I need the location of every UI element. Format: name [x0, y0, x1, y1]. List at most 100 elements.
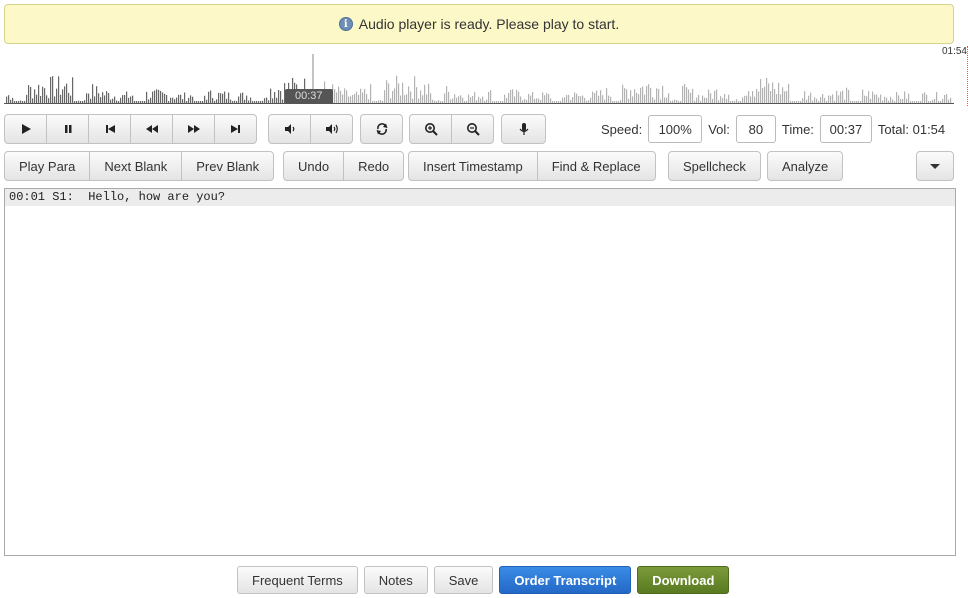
waveform-bar — [442, 101, 444, 103]
waveform-bar — [42, 86, 44, 103]
notes-button[interactable]: Notes — [363, 566, 428, 594]
waveform-bar — [610, 96, 612, 103]
waveform-bar — [388, 83, 390, 103]
waveform-bar — [104, 95, 106, 103]
find-replace-button[interactable]: Find & Replace — [536, 151, 656, 181]
speed-label: Speed: — [601, 121, 643, 137]
waveform-bar — [88, 93, 90, 103]
waveform-bar — [122, 95, 124, 103]
waveform-bar — [738, 101, 740, 103]
waveform-bar — [752, 91, 754, 103]
volume-up-button[interactable] — [310, 114, 353, 144]
waveform-bar — [638, 94, 640, 103]
waveform-bar — [684, 84, 686, 103]
waveform-bar — [848, 89, 850, 103]
waveform-bar — [206, 99, 208, 103]
waveform-bar — [400, 95, 402, 103]
waveform-bar — [846, 87, 848, 103]
waveform-bar — [360, 88, 362, 103]
waveform-bar — [600, 90, 602, 103]
waveform-bar — [188, 97, 190, 103]
play-para-button[interactable]: Play Para — [4, 151, 91, 181]
download-button[interactable]: Download — [637, 566, 730, 594]
waveform-bar — [440, 101, 442, 103]
waveform-bar — [918, 101, 920, 103]
waveform-bar — [28, 85, 30, 103]
waveform-bar — [652, 97, 654, 103]
order-transcript-button[interactable]: Order Transcript — [499, 566, 632, 594]
waveform-bar — [58, 76, 60, 103]
waveform-bar — [230, 99, 232, 103]
waveform-bar — [414, 76, 416, 103]
waveform-bar — [816, 98, 818, 103]
chevron-down-icon — [930, 163, 940, 169]
waveform-bar — [8, 95, 10, 103]
volume-down-button[interactable] — [268, 114, 311, 144]
undo-button[interactable]: Undo — [283, 151, 345, 181]
more-menu-button[interactable] — [916, 151, 954, 181]
audio-waveform[interactable]: 00:37 — [4, 48, 954, 106]
play-button[interactable] — [4, 114, 47, 144]
waveform-bar — [844, 99, 846, 103]
waveform-bar — [598, 95, 600, 103]
waveform-bar — [770, 91, 772, 103]
skip-back-button[interactable] — [88, 114, 131, 144]
fast-forward-button[interactable] — [172, 114, 215, 144]
waveform-bar — [756, 88, 758, 103]
waveform-bar — [814, 97, 816, 103]
waveform-bar — [242, 92, 244, 103]
transcript-line[interactable]: 00:01 S1: Hello, how are you? — [5, 189, 955, 206]
waveform-bar — [796, 101, 798, 103]
waveform-bar — [154, 90, 156, 103]
waveform-bar — [426, 94, 428, 103]
waveform-bar — [630, 90, 632, 103]
waveform-bar — [396, 75, 398, 103]
waveform-bar — [842, 90, 844, 103]
waveform-bar — [694, 100, 696, 103]
zoom-out-button[interactable] — [451, 114, 494, 144]
waveform-bar — [446, 86, 448, 103]
waveform-bar — [712, 98, 714, 103]
microphone-button[interactable] — [501, 114, 546, 144]
zoom-in-button[interactable] — [409, 114, 452, 144]
save-button[interactable]: Save — [433, 566, 494, 594]
redo-button[interactable]: Redo — [343, 151, 405, 181]
waveform-bar — [574, 92, 576, 103]
waveform-bar — [78, 100, 80, 103]
volume-input[interactable] — [735, 115, 776, 143]
time-input[interactable] — [819, 115, 872, 143]
more-menu-group — [916, 151, 954, 181]
waveform-bar — [208, 91, 210, 103]
waveform-bar — [800, 101, 802, 103]
waveform-graphic[interactable] — [4, 48, 954, 106]
waveform-bar — [262, 100, 264, 103]
waveform-bar — [32, 98, 34, 103]
skip-forward-button[interactable] — [214, 114, 257, 144]
rewind-button[interactable] — [130, 114, 173, 144]
frequent-terms-button[interactable]: Frequent Terms — [237, 566, 358, 594]
transcript-editor[interactable]: 00:01 S1: Hello, how are you? — [4, 188, 956, 556]
waveform-bar — [660, 99, 662, 103]
waveform-bar — [904, 91, 906, 103]
waveform-bar — [336, 92, 338, 103]
next-blank-button[interactable]: Next Blank — [89, 151, 183, 181]
analyze-button[interactable]: Analyze — [767, 151, 844, 181]
prev-blank-button[interactable]: Prev Blank — [181, 151, 275, 181]
loop-button[interactable] — [360, 114, 403, 144]
waveform-bar — [720, 96, 722, 103]
waveform-bar — [704, 97, 706, 103]
fast-forward-icon — [187, 125, 200, 133]
waveform-bar — [824, 97, 826, 103]
waveform-bar — [458, 96, 460, 103]
spellcheck-button[interactable]: Spellcheck — [668, 151, 761, 181]
waveform-bar — [710, 93, 712, 103]
insert-timestamp-button[interactable]: Insert Timestamp — [408, 151, 538, 181]
pause-button[interactable] — [46, 114, 89, 144]
waveform-bar — [218, 92, 220, 103]
waveform-bar — [234, 100, 236, 103]
waveform-bar — [394, 88, 396, 103]
speed-input[interactable] — [648, 115, 703, 143]
waveform-bar — [420, 90, 422, 103]
waveform-bar — [938, 101, 940, 103]
waveform-bar — [464, 101, 466, 103]
